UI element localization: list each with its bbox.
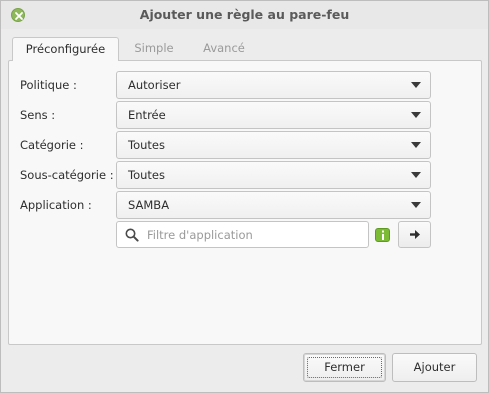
category-select[interactable]: Toutes xyxy=(116,131,431,159)
search-icon xyxy=(125,228,139,242)
apply-filter-button[interactable] xyxy=(398,221,431,248)
tab-advanced[interactable]: Avancé xyxy=(189,37,259,61)
application-filter[interactable] xyxy=(116,221,369,248)
policy-select[interactable]: Autoriser xyxy=(116,71,431,99)
direction-label: Sens : xyxy=(20,108,56,122)
info-icon[interactable] xyxy=(375,228,390,242)
arrow-right-icon xyxy=(410,230,420,239)
application-filter-input[interactable] xyxy=(147,223,362,246)
direction-select[interactable]: Entrée xyxy=(116,101,431,129)
chevron-down-icon xyxy=(411,82,421,88)
tab-preconfigured[interactable]: Préconfigurée xyxy=(12,37,119,61)
chevron-down-icon xyxy=(411,112,421,118)
window-title: Ajouter une règle au pare-feu xyxy=(139,7,350,22)
tab-panel: Politique : Autoriser Sens : Entrée Caté… xyxy=(8,60,482,345)
chevron-down-icon xyxy=(411,142,421,148)
application-label: Application : xyxy=(20,198,92,212)
policy-value: Autoriser xyxy=(128,78,181,92)
close-button[interactable]: Fermer xyxy=(303,353,386,382)
subcategory-value: Toutes xyxy=(128,168,165,182)
application-value: SAMBA xyxy=(128,198,170,212)
chevron-down-icon xyxy=(411,172,421,178)
direction-value: Entrée xyxy=(128,108,166,122)
dialog-window: Ajouter une règle au pare-feu Préconfigu… xyxy=(0,0,489,393)
titlebar: Ajouter une règle au pare-feu xyxy=(1,1,488,29)
application-select[interactable]: SAMBA xyxy=(116,191,431,219)
chevron-down-icon xyxy=(411,202,421,208)
subcategory-label: Sous-catégorie : xyxy=(20,168,114,182)
subcategory-select[interactable]: Toutes xyxy=(116,161,431,189)
add-button[interactable]: Ajouter xyxy=(392,353,477,382)
category-label: Catégorie : xyxy=(20,138,84,152)
policy-label: Politique : xyxy=(20,78,77,92)
tab-simple[interactable]: Simple xyxy=(119,37,189,61)
category-value: Toutes xyxy=(128,138,165,152)
